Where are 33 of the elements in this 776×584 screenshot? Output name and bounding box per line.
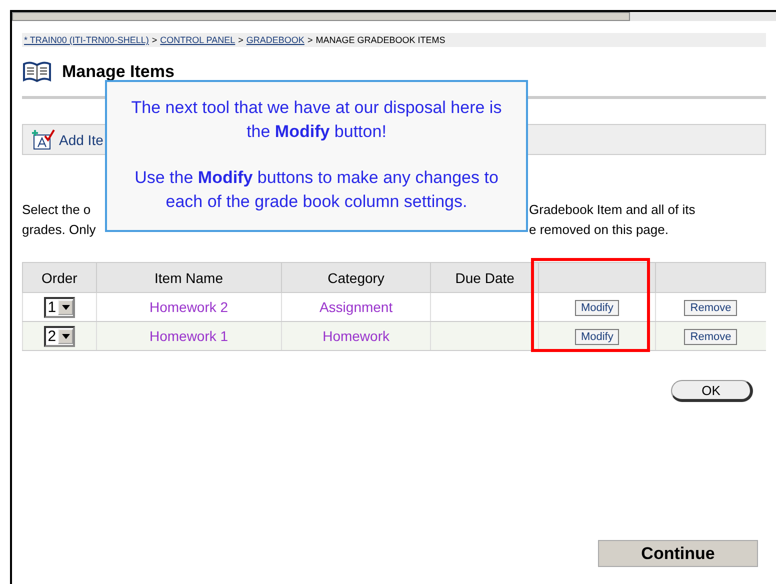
breadcrumb-current: MANAGE GRADEBOOK ITEMS bbox=[316, 35, 446, 45]
column-header: Order bbox=[22, 262, 96, 292]
modify-button[interactable]: Modify bbox=[574, 300, 620, 316]
instruction-text: Select the o bbox=[22, 201, 91, 219]
instruction-text: grades. Only bbox=[22, 221, 96, 239]
remove-button[interactable]: Remove bbox=[684, 300, 738, 316]
breadcrumb-link[interactable]: * TRAIN00 (ITI-TRN00-SHELL) bbox=[24, 35, 149, 45]
ok-button[interactable]: OK bbox=[671, 380, 753, 402]
order-select[interactable]: 1 bbox=[44, 296, 76, 318]
item-name-link[interactable]: Homework 1 bbox=[96, 322, 282, 350]
add-item-link[interactable]: Add Ite bbox=[59, 132, 104, 148]
column-header: Due Date bbox=[430, 262, 539, 292]
instruction-text: e removed on this page. bbox=[529, 221, 668, 239]
book-icon bbox=[22, 61, 52, 83]
page-title: Manage Items bbox=[62, 62, 174, 82]
continue-button[interactable]: Continue bbox=[598, 540, 758, 567]
breadcrumb-link[interactable]: GRADEBOOK bbox=[246, 35, 304, 45]
add-item-icon bbox=[31, 128, 55, 150]
remove-button[interactable]: Remove bbox=[684, 329, 738, 345]
category-link[interactable]: Homework bbox=[281, 322, 431, 350]
caret-icon bbox=[62, 334, 70, 338]
breadcrumb-separator: > bbox=[238, 35, 244, 45]
callout-text: The next tool that we have at our disposal here is the Modify button! bbox=[130, 97, 503, 143]
order-select[interactable]: 2 bbox=[44, 326, 76, 346]
breadcrumb-separator: > bbox=[307, 35, 313, 45]
breadcrumb-link[interactable]: CONTROL PANEL bbox=[160, 35, 236, 45]
breadcrumb-separator: > bbox=[152, 35, 158, 45]
column-header: Item Name bbox=[96, 262, 282, 292]
callout-text: Use the Modify buttons to make any changes to each of the grade book column settings. bbox=[134, 167, 500, 213]
caret-icon bbox=[62, 304, 70, 310]
modify-button[interactable]: Modify bbox=[574, 329, 620, 345]
instruction-text: Gradebook Item and all of its bbox=[529, 201, 696, 219]
column-header: Category bbox=[281, 262, 431, 292]
